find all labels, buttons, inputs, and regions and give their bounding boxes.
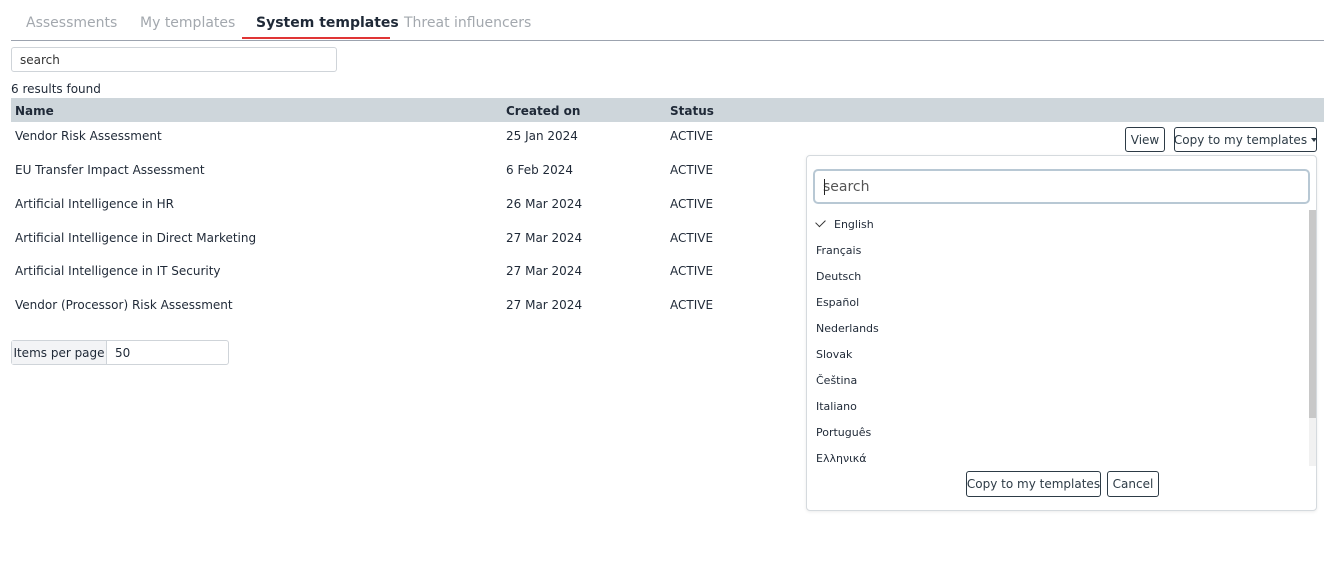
language-list-scrollbar-thumb[interactable] bbox=[1309, 210, 1316, 418]
language-option-portugues[interactable]: Português bbox=[816, 426, 871, 439]
tab-bar: Assessments My templates System template… bbox=[11, 0, 1324, 41]
text-cursor bbox=[824, 179, 825, 195]
results-count: 6 results found bbox=[11, 82, 101, 96]
language-search-input[interactable] bbox=[815, 171, 1308, 202]
copy-to-my-templates-button[interactable]: Copy to my templates bbox=[966, 471, 1101, 497]
language-option-deutsch[interactable]: Deutsch bbox=[816, 270, 861, 283]
cancel-button[interactable]: Cancel bbox=[1107, 471, 1159, 497]
tab-my-templates[interactable]: My templates bbox=[140, 15, 235, 31]
language-option-slovak[interactable]: Slovak bbox=[816, 348, 852, 361]
language-option-greek[interactable]: Ελληνικά bbox=[816, 452, 867, 465]
column-header-status[interactable]: Status bbox=[670, 104, 714, 118]
row-name: Artificial Intelligence in Direct Market… bbox=[15, 231, 257, 245]
copy-button-label: Copy to my templates bbox=[1173, 132, 1308, 147]
row-name: Vendor (Processor) Risk Assessment bbox=[15, 298, 233, 312]
copy-to-my-templates-dropdown-button[interactable]: Copy to my templates bbox=[1173, 127, 1318, 152]
language-option-espanol[interactable]: Español bbox=[816, 296, 859, 309]
language-label: English bbox=[834, 218, 874, 231]
search-input[interactable] bbox=[12, 48, 336, 71]
check-icon bbox=[815, 216, 826, 228]
row-name: Artificial Intelligence in HR bbox=[15, 197, 174, 211]
tab-threat-influencers[interactable]: Threat influencers bbox=[404, 15, 531, 31]
language-dropdown: English Français Deutsch Español Nederla… bbox=[806, 155, 1317, 511]
row-created-on: 27 Mar 2024 bbox=[506, 231, 583, 245]
row-created-on: 26 Mar 2024 bbox=[506, 197, 583, 211]
row-status: ACTIVE bbox=[670, 264, 714, 278]
row-status: ACTIVE bbox=[670, 129, 714, 143]
column-header-name[interactable]: Name bbox=[15, 104, 54, 118]
language-option-cestina[interactable]: Čeština bbox=[816, 374, 857, 387]
row-created-on: 6 Feb 2024 bbox=[506, 163, 574, 177]
row-created-on: 27 Mar 2024 bbox=[506, 298, 583, 312]
row-status: ACTIVE bbox=[670, 197, 714, 211]
row-status: ACTIVE bbox=[670, 231, 714, 245]
language-option-english[interactable]: English bbox=[815, 216, 874, 231]
active-tab-indicator bbox=[242, 37, 390, 39]
view-button[interactable]: View bbox=[1125, 127, 1165, 152]
row-created-on: 27 Mar 2024 bbox=[506, 264, 583, 278]
tab-assessments[interactable]: Assessments bbox=[26, 15, 117, 31]
language-search-field bbox=[813, 169, 1310, 204]
language-option-francais[interactable]: Français bbox=[816, 244, 861, 257]
items-per-page-select[interactable]: 50 bbox=[107, 341, 228, 364]
items-per-page-label: Items per page bbox=[12, 341, 107, 364]
row-status: ACTIVE bbox=[670, 163, 714, 177]
caret-down-icon bbox=[1311, 137, 1318, 142]
row-name: Vendor Risk Assessment bbox=[15, 129, 162, 143]
row-name: EU Transfer Impact Assessment bbox=[15, 163, 205, 177]
view-button-label: View bbox=[1130, 132, 1160, 147]
language-option-italiano[interactable]: Italiano bbox=[816, 400, 857, 413]
items-per-page: Items per page 50 bbox=[11, 340, 229, 365]
column-header-created-on[interactable]: Created on bbox=[506, 104, 580, 118]
language-option-nederlands[interactable]: Nederlands bbox=[816, 322, 879, 335]
language-list: English Français Deutsch Español Nederla… bbox=[807, 210, 1307, 466]
table-header: Name Created on Status bbox=[11, 98, 1324, 122]
row-status: ACTIVE bbox=[670, 298, 714, 312]
tab-system-templates[interactable]: System templates bbox=[256, 15, 399, 31]
search-field bbox=[11, 47, 337, 72]
row-created-on: 25 Jan 2024 bbox=[506, 129, 578, 143]
row-name: Artificial Intelligence in IT Security bbox=[15, 264, 221, 278]
